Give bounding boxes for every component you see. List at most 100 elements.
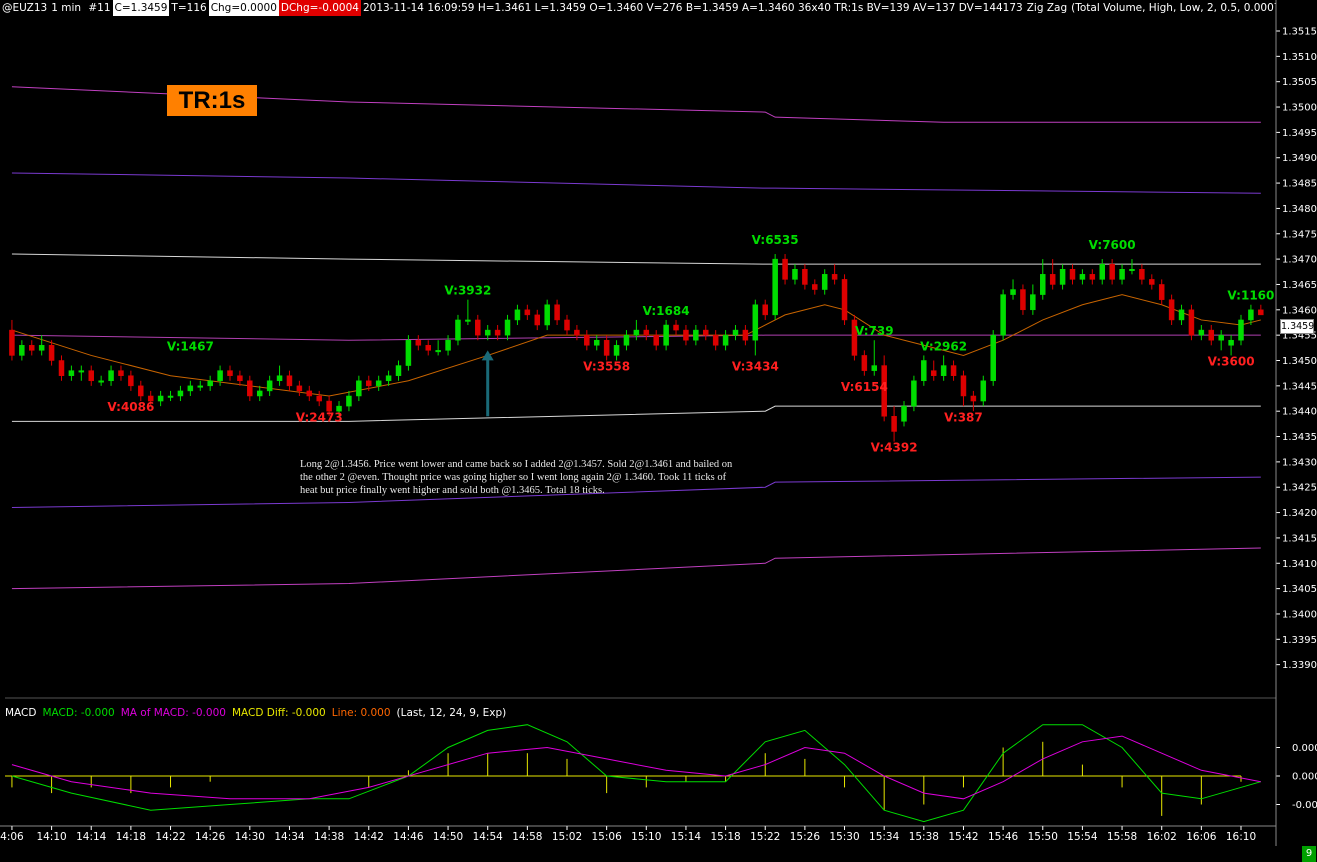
down-candle: [237, 370, 243, 386]
candle-body: [465, 319, 471, 322]
down-candle: [534, 309, 541, 331]
down-candle: [891, 406, 897, 442]
down-candle: [1188, 304, 1195, 341]
candle-body: [921, 360, 927, 382]
tr-badge: TR:1s: [167, 85, 257, 116]
candle-body: [1139, 269, 1145, 280]
candle-body: [1079, 274, 1086, 280]
down-candle: [118, 365, 124, 381]
macd-legend-diff: MACD Diff: -0.000: [231, 707, 326, 719]
up-candle: [68, 365, 75, 381]
candle-body: [366, 380, 372, 387]
down-candle: [970, 390, 977, 412]
candle-body: [445, 339, 451, 351]
candle-body: [732, 329, 739, 336]
candle-body: [772, 258, 778, 316]
price-tick-label: 1.3425: [1282, 483, 1317, 494]
up-candle: [276, 365, 283, 386]
candle-body: [276, 375, 283, 382]
macd-tick-label: 0.000: [1292, 743, 1317, 754]
annotation-arrow: [481, 350, 494, 417]
time-tick-label: 15:58: [1107, 831, 1137, 843]
volume-label: V:4392: [871, 441, 918, 455]
up-candle: [693, 325, 699, 346]
up-candle: [108, 365, 114, 386]
price-tick-label: 1.3480: [1282, 204, 1317, 215]
candle-body: [1040, 274, 1046, 295]
time-tick-label: 15:18: [710, 831, 740, 843]
price-tick-label: 1.3505: [1282, 77, 1317, 88]
volume-label: V:1160: [1227, 289, 1274, 303]
up-candle: [395, 360, 402, 381]
down-candle: [1020, 284, 1026, 315]
candle-body: [653, 334, 659, 346]
down-candle: [603, 335, 610, 361]
volume-label: V:739: [855, 324, 894, 338]
up-candle: [821, 269, 828, 295]
down-candle: [742, 325, 749, 346]
candle-body: [356, 380, 362, 397]
candle-body: [1258, 309, 1264, 316]
candle-body: [187, 385, 194, 392]
candle-body: [48, 345, 55, 361]
time-tick-label: 14:50: [433, 831, 463, 843]
up-candle: [78, 365, 85, 381]
time-tick-label: 14:10: [36, 831, 66, 843]
volume-label: V:6154: [841, 380, 888, 394]
time-tick-label: 16:06: [1186, 831, 1217, 843]
candle-body: [68, 370, 75, 376]
price-tick-label: 1.3490: [1282, 153, 1317, 164]
candle-body: [247, 380, 253, 397]
corner-badge[interactable]: 9: [1302, 846, 1316, 862]
time-tick-label: 15:14: [671, 831, 702, 843]
candle-body: [960, 375, 967, 397]
up-candle: [921, 355, 927, 386]
candle-body: [108, 370, 114, 382]
candle-body: [1069, 269, 1076, 280]
candle-body: [593, 339, 600, 346]
candle-body: [177, 390, 184, 397]
candle-body: [812, 284, 818, 290]
candle-body: [118, 370, 124, 376]
candle-body: [544, 304, 550, 326]
candle-body: [712, 334, 719, 346]
candle-body: [504, 319, 511, 336]
time-tick-label: 16:02: [1147, 831, 1177, 843]
time-tick-label: 15:34: [869, 831, 900, 843]
candle-body: [752, 304, 759, 341]
down-candle: [1258, 304, 1264, 316]
candle-body: [306, 390, 313, 397]
price-tick-label: 1.3405: [1282, 584, 1317, 595]
up-candle: [980, 375, 987, 407]
candle-body: [266, 380, 273, 392]
volume-label: V:7600: [1089, 238, 1136, 252]
volume-label: V:6535: [752, 233, 799, 247]
time-tick-label: 14:58: [512, 831, 542, 843]
time-tick-label: 14:14: [76, 831, 107, 843]
candle-body: [455, 319, 461, 341]
candle-body: [1218, 334, 1224, 341]
down-candle: [316, 390, 322, 407]
down-candle: [1149, 274, 1155, 290]
up-candle: [1000, 289, 1006, 341]
up-candle: [177, 385, 184, 402]
candle-body: [217, 370, 223, 382]
up-candle: [990, 330, 996, 386]
candle-body: [1030, 294, 1036, 311]
down-candle: [841, 274, 848, 326]
candle-body: [950, 365, 957, 376]
up-candle: [207, 375, 213, 391]
up-candle: [197, 380, 204, 391]
candle-body: [237, 375, 243, 382]
up-candle: [613, 340, 620, 361]
time-tick-label: 14:54: [473, 831, 504, 843]
candle-body: [425, 345, 431, 351]
down-candle: [762, 299, 768, 320]
volume-label: V:3558: [583, 360, 630, 374]
up-candle: [732, 325, 739, 341]
candle-body: [1049, 274, 1056, 285]
candle-body: [88, 370, 94, 382]
candle-body: [1109, 263, 1115, 280]
candle-body: [742, 329, 749, 341]
candle-body: [693, 329, 699, 341]
